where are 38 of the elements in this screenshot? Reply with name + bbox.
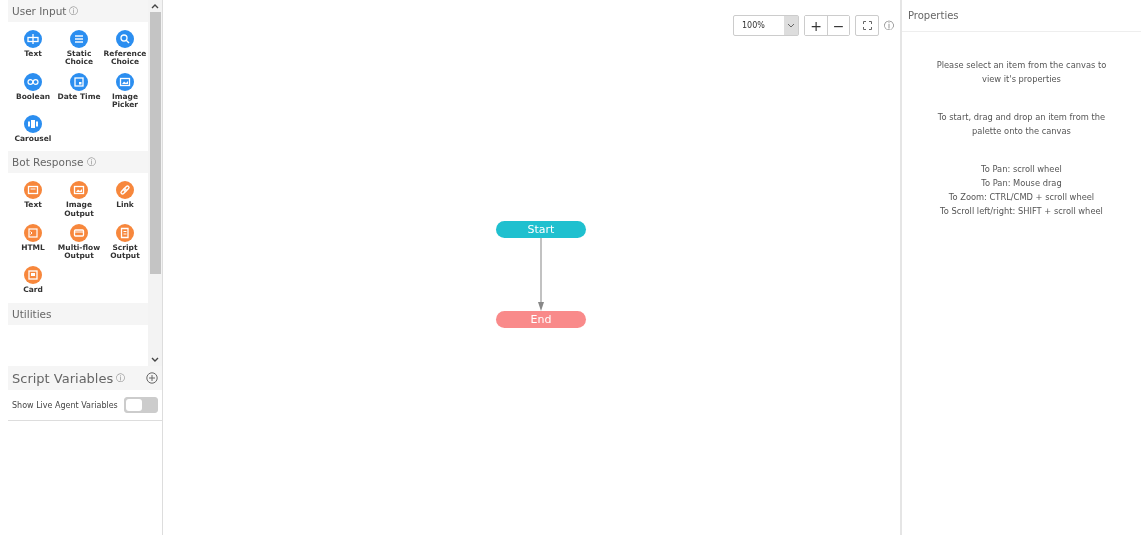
help-text: To start, drag and drop an item from the palette onto the canvas [936,111,1107,138]
palette-icon[interactable] [24,181,42,200]
scroll-up-icon[interactable] [151,3,159,9]
palette-icon[interactable] [24,72,42,91]
palette-icon[interactable] [24,30,42,48]
zoom-select[interactable]: 100% [733,15,799,36]
palette-icon[interactable] [70,30,88,48]
help-text: To Zoom: CTRL/CMD + scroll wheel [947,191,1096,204]
palette-icon[interactable] [24,223,42,242]
scrollbar[interactable] [148,0,162,366]
caret-icon [787,23,795,28]
help-text: To Scroll left/right: SHIFT + scroll wheel [939,205,1104,218]
help-text: To Pan: scroll wheel [980,163,1063,176]
palette-icon[interactable] [24,266,42,285]
toggle-switch[interactable] [123,397,158,413]
section-title: Script Variables [12,370,114,386]
section-header[interactable]: User Input ⓘ [8,0,148,22]
panel-title: Properties [902,0,1141,32]
palette-icon[interactable] [70,223,88,242]
palette-icon[interactable] [116,223,134,242]
palette-icon[interactable] [116,72,134,91]
toggle-label: Show Live Agent Variables [12,400,118,410]
palette-icon[interactable] [24,115,42,133]
zoom-out-button[interactable]: − [827,16,849,35]
info-icon[interactable]: ⓘ [116,371,126,385]
fit-screen-icon [862,21,872,30]
help-text: Please select an item from the canvas to view it's properties [935,59,1108,86]
add-icon[interactable] [146,372,158,384]
info-icon[interactable]: ⓘ [884,18,894,33]
palette-icon[interactable] [116,30,134,48]
scroll-down-icon[interactable] [151,357,159,363]
help-text: To Pan: Mouse drag [980,177,1063,190]
palette-icon[interactable] [70,72,88,91]
section-header[interactable]: Bot Response ⓘ [8,151,148,174]
palette-icon[interactable] [116,181,134,200]
fit-screen-button[interactable] [855,15,879,36]
palette-icon[interactable] [70,181,88,200]
section-header[interactable]: Utilities [8,302,148,325]
